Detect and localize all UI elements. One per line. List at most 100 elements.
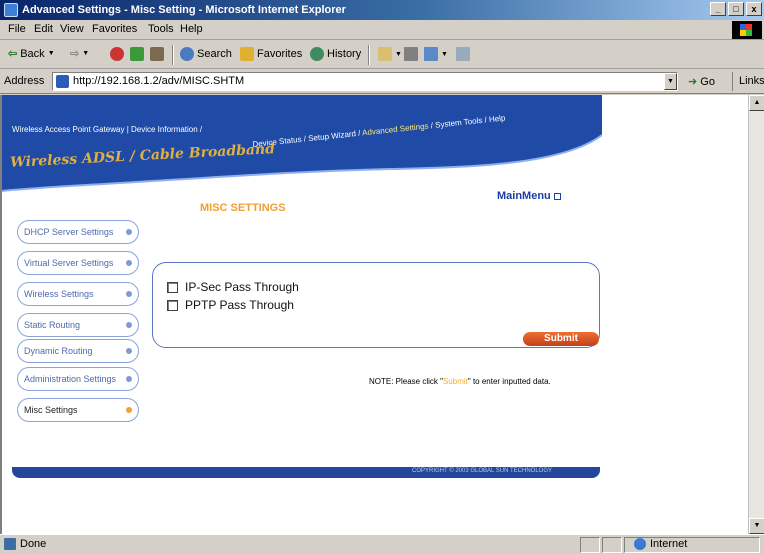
edit-button[interactable]: ▼	[424, 47, 448, 61]
main-menu-link[interactable]: MainMenu	[497, 190, 561, 202]
chevron-down-icon: ▼	[395, 50, 402, 58]
sidebar-item-misc[interactable]: Misc Settings	[17, 398, 139, 422]
note-text: NOTE: Please click "Submit" to enter inp…	[369, 377, 551, 386]
history-label: History	[327, 48, 362, 60]
bullet-icon	[126, 376, 132, 382]
window-title-bar: Advanced Settings - Misc Setting - Micro…	[0, 0, 764, 20]
windows-logo-icon	[732, 21, 762, 39]
submit-button[interactable]: Submit	[523, 332, 599, 346]
ipsec-option: IP-Sec Pass Through	[167, 280, 299, 294]
menu-file[interactable]: File	[8, 23, 26, 35]
square-icon	[553, 192, 561, 200]
minimize-button[interactable]: _	[710, 2, 726, 16]
sidebar-item-label: DHCP Server Settings	[24, 226, 114, 237]
scroll-down-arrow-icon[interactable]: ▼	[749, 518, 764, 534]
toolbar-separator	[368, 45, 370, 65]
status-zone: Internet	[634, 538, 687, 550]
go-arrow-icon: ➜	[688, 76, 698, 88]
page-viewport: Wireless Access Point Gateway | Device I…	[0, 95, 748, 534]
sidebar-item-virtual-server[interactable]: Virtual Server Settings	[17, 251, 139, 275]
sidebar-item-static-routing[interactable]: Static Routing	[17, 313, 139, 337]
history-icon	[310, 47, 324, 61]
links-button[interactable]: Links	[732, 72, 764, 91]
address-input[interactable]: http://192.168.1.2/adv/MISC.SHTM	[52, 72, 678, 91]
page-title: MISC SETTINGS	[200, 202, 286, 214]
scroll-up-arrow-icon[interactable]: ▲	[749, 95, 764, 111]
mail-button[interactable]: ▼	[378, 47, 402, 61]
sidebar-item-label: Administration Settings	[24, 373, 117, 384]
address-dropdown[interactable]: ▼	[664, 73, 677, 90]
address-label: Address	[4, 75, 45, 87]
home-icon	[150, 47, 164, 61]
sidebar-item-label: Static Routing	[24, 319, 81, 330]
menu-bar: File Edit View Favorites Tools Help	[0, 20, 764, 40]
search-button[interactable]: Search	[180, 47, 232, 61]
options-panel: IP-Sec Pass Through PPTP Pass Through Su…	[152, 262, 600, 348]
address-bar: Address http://192.168.1.2/adv/MISC.SHTM…	[0, 70, 764, 94]
bullet-icon	[126, 260, 132, 266]
standard-toolbar: ⇦ Back ▼ ⇨ ▼ Search Favorites History ▼ …	[0, 41, 764, 69]
discuss-button[interactable]	[456, 47, 470, 61]
refresh-icon	[130, 47, 144, 61]
pptp-option: PPTP Pass Through	[167, 298, 294, 312]
internet-globe-icon	[634, 538, 646, 550]
print-button[interactable]	[404, 47, 418, 61]
menu-help[interactable]: Help	[180, 23, 203, 35]
back-button[interactable]: ⇦ Back ▼	[8, 47, 55, 61]
search-label: Search	[197, 48, 232, 60]
window-title: Advanced Settings - Misc Setting - Micro…	[22, 4, 346, 16]
forward-button[interactable]: ⇨ ▼	[70, 47, 89, 60]
sidebar-item-administration[interactable]: Administration Settings	[17, 367, 139, 391]
sidebar-item-dhcp-server[interactable]: DHCP Server Settings	[17, 220, 139, 244]
sidebar-item-dynamic-routing[interactable]: Dynamic Routing	[17, 339, 139, 363]
ipsec-checkbox[interactable]	[167, 281, 178, 293]
header-banner	[2, 95, 602, 192]
note-suffix: " to enter inputted data.	[467, 377, 551, 386]
note-highlight: Submit	[442, 377, 468, 386]
status-bar: Done Internet	[0, 534, 764, 554]
copyright-text: COPYRIGHT © 2003 GLOBAL SUN TECHNOLOGY	[412, 468, 553, 474]
print-icon	[404, 47, 418, 61]
back-label: Back	[20, 47, 45, 60]
sidebar-item-label: Dynamic Routing	[24, 345, 93, 356]
chevron-down-icon: ▼	[47, 50, 55, 57]
main-menu-label: MainMenu	[497, 190, 551, 202]
sidebar-item-wireless[interactable]: Wireless Settings	[17, 282, 139, 306]
sidebar-item-label: Misc Settings	[24, 404, 78, 415]
pptp-label: PPTP Pass Through	[185, 298, 294, 312]
window-controls: _ □ x	[710, 2, 762, 16]
edit-page-icon	[424, 47, 438, 61]
history-button[interactable]: History	[310, 47, 361, 61]
bullet-icon	[126, 348, 132, 354]
stop-icon	[110, 47, 124, 61]
sidebar-item-label: Virtual Server Settings	[24, 257, 114, 268]
favorites-icon	[240, 47, 254, 61]
status-left: Done	[4, 538, 46, 550]
nav-left[interactable]: Wireless Access Point Gateway | Device I…	[12, 125, 202, 134]
page-icon	[56, 75, 69, 88]
discuss-icon	[456, 47, 470, 61]
go-button[interactable]: ➜ Go	[688, 75, 715, 88]
go-label: Go	[700, 76, 715, 88]
menu-view[interactable]: View	[60, 23, 84, 35]
menu-edit[interactable]: Edit	[34, 23, 53, 35]
refresh-button[interactable]	[130, 47, 144, 61]
menu-favorites[interactable]: Favorites	[92, 23, 137, 35]
zone-text: Internet	[650, 538, 688, 550]
back-arrow-icon: ⇦	[8, 48, 18, 60]
favorites-button[interactable]: Favorites	[240, 47, 302, 61]
close-button[interactable]: x	[746, 2, 762, 16]
favorites-label: Favorites	[257, 48, 303, 60]
search-icon	[180, 47, 194, 61]
toolbar-separator	[172, 45, 174, 65]
maximize-button[interactable]: □	[728, 2, 744, 16]
chevron-down-icon: ▼	[441, 50, 448, 58]
note-prefix: NOTE: Please click "	[369, 377, 443, 386]
status-cell	[580, 537, 600, 553]
pptp-checkbox[interactable]	[167, 299, 178, 311]
home-button[interactable]	[150, 47, 164, 61]
stop-button[interactable]	[110, 47, 124, 61]
menu-tools[interactable]: Tools	[148, 23, 174, 35]
page-done-icon	[4, 538, 16, 550]
vertical-scrollbar[interactable]: ▲ ▼	[748, 95, 764, 534]
